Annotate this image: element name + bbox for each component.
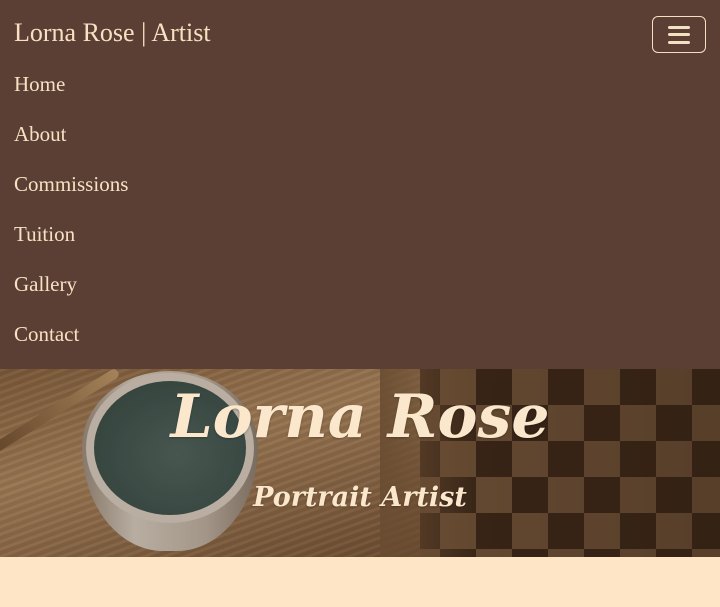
brand-link[interactable]: Lorna Rose | Artist xyxy=(14,16,211,50)
nav-list: Home About Commissions Tuition Gallery C… xyxy=(14,64,128,364)
navbar: Lorna Rose | Artist Home About Commissio… xyxy=(0,0,720,369)
nav-item-home[interactable]: Home xyxy=(14,64,128,114)
page-content xyxy=(0,557,720,607)
nav-item-about[interactable]: About xyxy=(14,114,128,164)
nav-item-tuition[interactable]: Tuition xyxy=(14,214,128,264)
hero-subtitle: Portrait Artist xyxy=(253,482,467,513)
nav-item-gallery[interactable]: Gallery xyxy=(14,264,128,314)
hero-title: Lorna Rose xyxy=(170,382,550,452)
menu-toggle-button[interactable] xyxy=(652,16,706,53)
hero-banner: Lorna Rose Portrait Artist xyxy=(0,369,720,557)
hamburger-menu-icon xyxy=(668,25,690,44)
nav-item-contact[interactable]: Contact xyxy=(14,314,128,364)
nav-item-commissions[interactable]: Commissions xyxy=(14,164,128,214)
